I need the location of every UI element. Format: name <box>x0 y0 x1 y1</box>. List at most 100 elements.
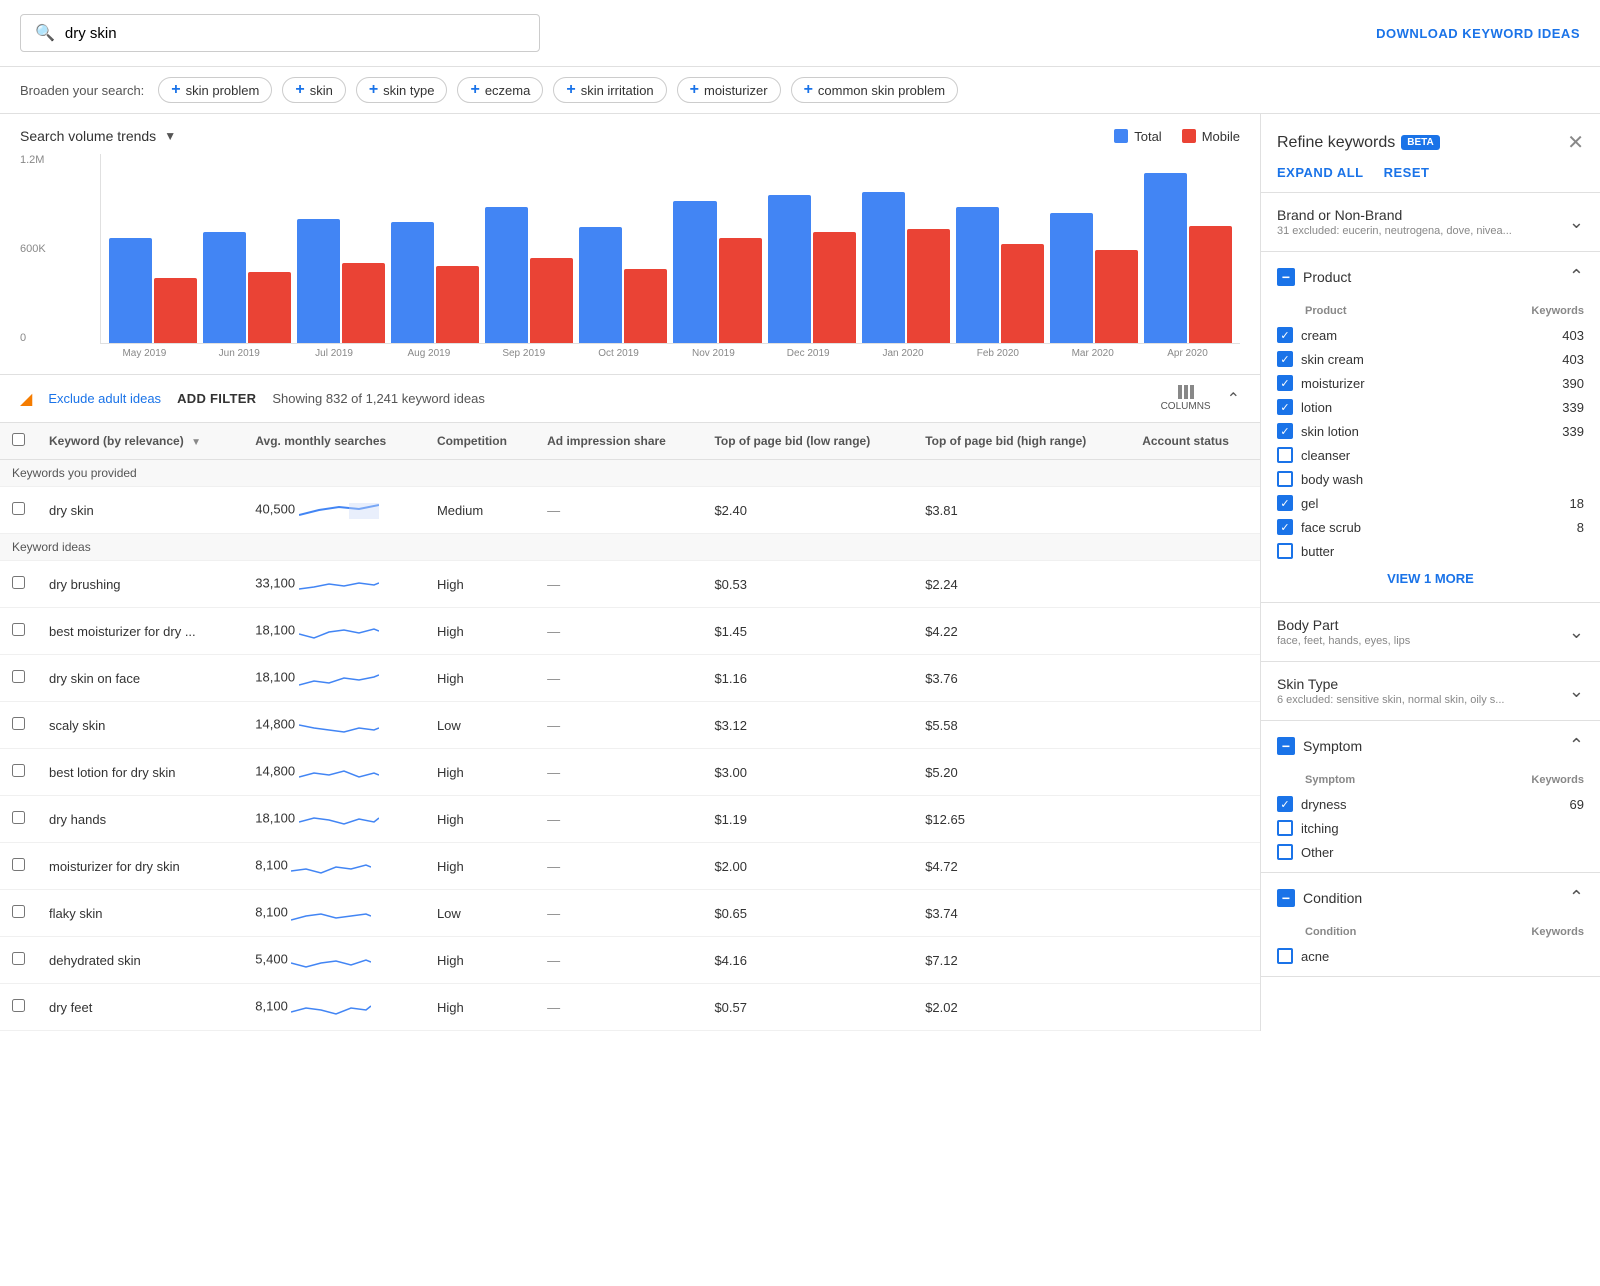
row-checkbox-cell[interactable] <box>0 843 37 890</box>
y-label-mid: 600K <box>20 243 46 255</box>
refine-section-header-condition[interactable]: − Condition ⌃ <box>1261 873 1600 922</box>
refine-item-moisturizer: moisturizer 390 <box>1277 371 1584 395</box>
chip-label: skin problem <box>186 83 260 98</box>
chip-common-skin-problem[interactable]: +common skin problem <box>791 77 959 103</box>
search-input[interactable] <box>65 25 525 42</box>
refine-checkbox-skin-cream[interactable] <box>1277 351 1293 367</box>
refine-section-header-body-part[interactable]: Body Part face, feet, hands, eyes, lips … <box>1261 603 1600 661</box>
refine-checkbox-body-wash[interactable] <box>1277 471 1293 487</box>
columns-button[interactable]: COLUMNS <box>1161 385 1211 412</box>
row-bid-low: $3.12 <box>702 702 913 749</box>
refine-checkbox-moisturizer[interactable] <box>1277 375 1293 391</box>
row-checkbox-cell[interactable] <box>0 937 37 984</box>
row-checkbox-cell[interactable] <box>0 608 37 655</box>
bar-total <box>579 227 622 343</box>
toolbar: ◢ Exclude adult ideas ADD FILTER Showing… <box>0 375 1260 423</box>
header-top-page-high[interactable]: Top of page bid (high range) <box>913 423 1130 460</box>
refine-checkbox-skin-lotion[interactable] <box>1277 423 1293 439</box>
chart-dropdown-arrow[interactable]: ▼ <box>164 129 176 143</box>
row-competition: Low <box>425 702 535 749</box>
chevron-brand: ⌄ <box>1569 212 1584 233</box>
row-account-status <box>1130 749 1260 796</box>
chevron-condition: ⌃ <box>1569 887 1584 908</box>
row-ad-impression: — <box>535 702 702 749</box>
bar-mobile <box>530 258 573 343</box>
refine-checkbox-cream[interactable] <box>1277 327 1293 343</box>
row-bid-high: $7.12 <box>913 937 1130 984</box>
search-box[interactable]: 🔍 <box>20 14 540 52</box>
header-keyword[interactable]: Keyword (by relevance) ▼ <box>37 423 243 460</box>
row-checkbox[interactable] <box>12 670 25 683</box>
row-checkbox[interactable] <box>12 764 25 777</box>
row-checkbox-cell[interactable] <box>0 796 37 843</box>
refine-item-label: body wash <box>1301 472 1546 487</box>
header-checkbox[interactable] <box>0 423 37 460</box>
row-checkbox-cell[interactable] <box>0 561 37 608</box>
refine-section-header-brand[interactable]: Brand or Non-Brand 31 excluded: eucerin,… <box>1261 193 1600 251</box>
refine-section-header-symptom[interactable]: − Symptom ⌃ <box>1261 721 1600 770</box>
row-checkbox[interactable] <box>12 502 25 515</box>
exclude-adult-button[interactable]: Exclude adult ideas <box>48 391 161 406</box>
section-indicator-product[interactable]: − <box>1277 268 1295 286</box>
bar-group <box>768 195 856 343</box>
row-checkbox[interactable] <box>12 952 25 965</box>
add-filter-button[interactable]: ADD FILTER <box>177 391 256 406</box>
chip-skin-type[interactable]: +skin type <box>356 77 448 103</box>
bar-group <box>297 219 385 343</box>
refine-checkbox-acne[interactable] <box>1277 948 1293 964</box>
chip-skin[interactable]: +skin <box>282 77 345 103</box>
chip-skin-irritation[interactable]: +skin irritation <box>553 77 666 103</box>
chip-eczema[interactable]: +eczema <box>457 77 543 103</box>
section-indicator-symptom[interactable]: − <box>1277 737 1295 755</box>
row-checkbox-cell[interactable] <box>0 749 37 796</box>
row-checkbox[interactable] <box>12 623 25 636</box>
reset-button[interactable]: RESET <box>1384 165 1430 180</box>
header-avg-monthly[interactable]: Avg. monthly searches <box>243 423 425 460</box>
header-competition[interactable]: Competition <box>425 423 535 460</box>
view-more-button[interactable]: VIEW 1 MORE <box>1277 563 1584 594</box>
download-button[interactable]: DOWNLOAD KEYWORD IDEAS <box>1376 26 1580 41</box>
header-account-status[interactable]: Account status <box>1130 423 1260 460</box>
refine-section-header-product[interactable]: − Product ⌃ <box>1261 252 1600 301</box>
row-account-status <box>1130 796 1260 843</box>
row-checkbox[interactable] <box>12 717 25 730</box>
row-checkbox-cell[interactable] <box>0 890 37 937</box>
row-bid-low: $1.19 <box>702 796 913 843</box>
chip-moisturizer[interactable]: +moisturizer <box>677 77 781 103</box>
refine-checkbox-face-scrub[interactable] <box>1277 519 1293 535</box>
row-ad-impression: — <box>535 749 702 796</box>
refine-checkbox-butter[interactable] <box>1277 543 1293 559</box>
refine-item-itching: itching <box>1277 816 1584 840</box>
row-checkbox[interactable] <box>12 999 25 1012</box>
collapse-button[interactable]: ⌃ <box>1227 389 1240 409</box>
refine-item-label: butter <box>1301 544 1546 559</box>
row-checkbox[interactable] <box>12 905 25 918</box>
refine-section-header-skin-type[interactable]: Skin Type 6 excluded: sensitive skin, no… <box>1261 662 1600 720</box>
select-all-checkbox[interactable] <box>12 433 25 446</box>
row-checkbox-cell[interactable] <box>0 487 37 534</box>
refine-checkbox-lotion[interactable] <box>1277 399 1293 415</box>
expand-all-button[interactable]: EXPAND ALL <box>1277 165 1364 180</box>
row-checkbox[interactable] <box>12 811 25 824</box>
refine-checkbox-itching[interactable] <box>1277 820 1293 836</box>
section-indicator-condition[interactable]: − <box>1277 889 1295 907</box>
close-button[interactable]: ✕ <box>1567 130 1584 155</box>
chart-legend: Total Mobile <box>1114 129 1240 144</box>
refine-checkbox-cleanser[interactable] <box>1277 447 1293 463</box>
refine-checkbox-gel[interactable] <box>1277 495 1293 511</box>
row-checkbox[interactable] <box>12 576 25 589</box>
row-checkbox-cell[interactable] <box>0 702 37 749</box>
chip-skin-problem[interactable]: +skin problem <box>158 77 272 103</box>
refine-checkbox-other[interactable] <box>1277 844 1293 860</box>
row-bid-low: $1.45 <box>702 608 913 655</box>
bar-total <box>956 207 999 343</box>
row-avg: 18,100 <box>243 655 425 702</box>
header-top-page-low[interactable]: Top of page bid (low range) <box>702 423 913 460</box>
row-checkbox-cell[interactable] <box>0 655 37 702</box>
row-checkbox-cell[interactable] <box>0 984 37 1031</box>
refine-item-cleanser: cleanser <box>1277 443 1584 467</box>
beta-badge: BETA <box>1401 135 1439 150</box>
refine-checkbox-dryness[interactable] <box>1277 796 1293 812</box>
row-checkbox[interactable] <box>12 858 25 871</box>
header-ad-impression[interactable]: Ad impression share <box>535 423 702 460</box>
